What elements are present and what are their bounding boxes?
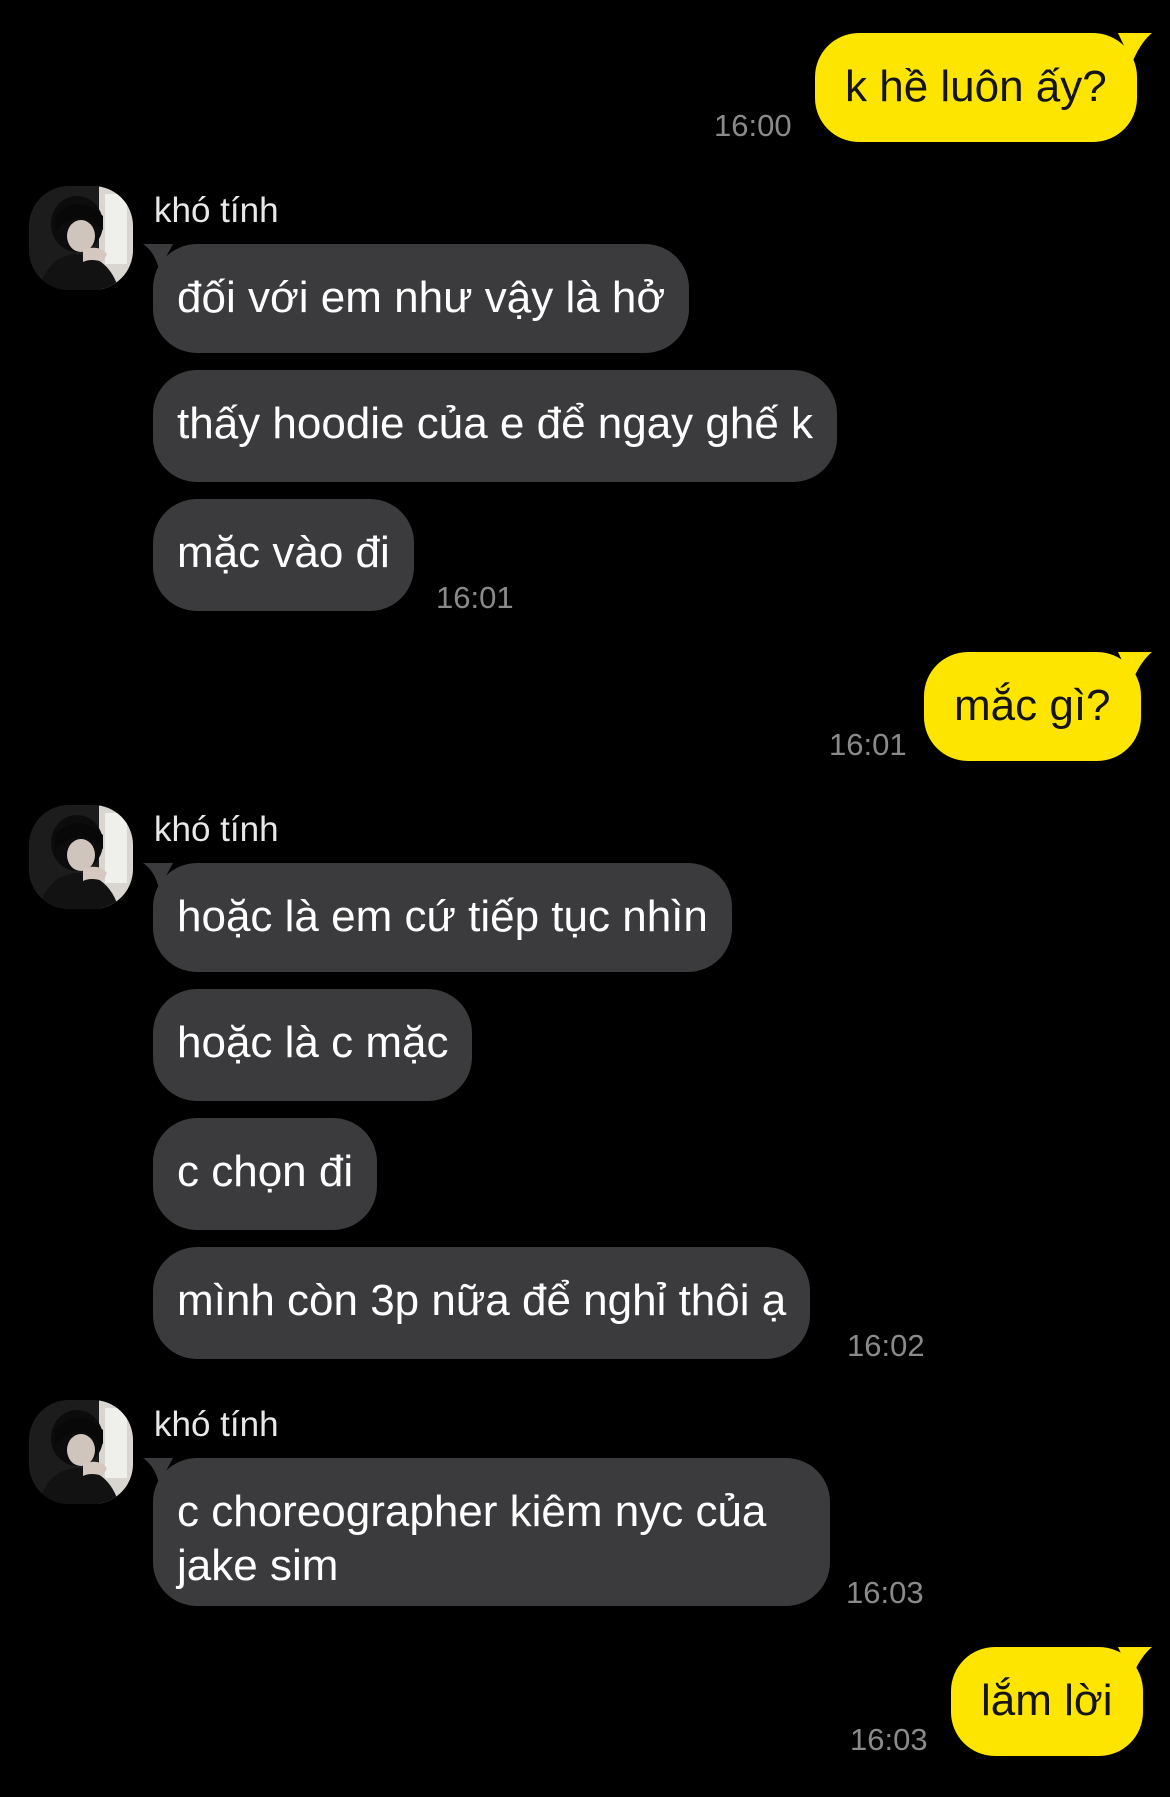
message-text: đối với em như vậy là hở	[177, 273, 666, 322]
contact-avatar[interactable]	[29, 1400, 133, 1504]
outgoing-bubble-tail	[1118, 652, 1152, 682]
message-timestamp: 16:03	[850, 1722, 928, 1757]
incoming-message-bubble[interactable]: c chọn đi	[153, 1118, 378, 1230]
incoming-message-bubble[interactable]: mình còn 3p nữa để nghỉ thôi ạ	[153, 1247, 811, 1359]
sender-name: khó tính	[154, 810, 279, 849]
incoming-message-bubble[interactable]: hoặc là em cứ tiếp tục nhìn	[153, 863, 732, 972]
profile-photo-avatar-icon	[29, 805, 133, 909]
outgoing-message-bubble[interactable]: k hề luôn ấy?	[815, 33, 1137, 142]
sender-name: khó tính	[154, 191, 279, 230]
message-timestamp: 16:01	[829, 727, 907, 762]
message-text: k hề luôn ấy?	[845, 62, 1107, 111]
sender-name: khó tính	[154, 1405, 279, 1444]
incoming-message-bubble[interactable]: mặc vào đi	[153, 499, 414, 611]
chat-message-list[interactable]: k hề luôn ấy? 16:00 khó tính đối với em …	[0, 0, 1170, 1797]
message-text: hoặc là em cứ tiếp tục nhìn	[177, 892, 708, 941]
message-text: mắc gì?	[954, 681, 1111, 730]
profile-photo-avatar-icon	[29, 1400, 133, 1504]
message-text: mặc vào đi	[177, 528, 390, 577]
message-timestamp: 16:02	[847, 1328, 925, 1363]
message-timestamp: 16:01	[436, 580, 514, 615]
profile-photo-avatar-icon	[29, 186, 133, 290]
incoming-message-bubble[interactable]: c choreographer kiêm nyc của jake sim	[153, 1458, 830, 1606]
message-text: lắm lời	[981, 1676, 1113, 1725]
message-text: thấy hoodie của e để ngay ghế k	[177, 399, 814, 448]
incoming-message-bubble[interactable]: đối với em như vậy là hở	[153, 244, 690, 353]
message-text: c chọn đi	[177, 1147, 354, 1196]
message-text: hoặc là c mặc	[177, 1018, 449, 1067]
contact-avatar[interactable]	[29, 186, 133, 290]
outgoing-message-bubble[interactable]: mắc gì?	[924, 652, 1141, 761]
contact-avatar[interactable]	[29, 805, 133, 909]
message-text: c choreographer kiêm nyc của jake sim	[177, 1487, 767, 1590]
outgoing-bubble-tail	[1118, 33, 1152, 63]
outgoing-bubble-tail	[1118, 1647, 1152, 1677]
message-text: mình còn 3p nữa để nghỉ thôi ạ	[177, 1276, 787, 1325]
incoming-message-bubble[interactable]: hoặc là c mặc	[153, 989, 473, 1101]
outgoing-message-bubble[interactable]: lắm lời	[951, 1647, 1143, 1756]
incoming-message-bubble[interactable]: thấy hoodie của e để ngay ghế k	[153, 370, 838, 482]
message-timestamp: 16:03	[846, 1575, 924, 1610]
message-timestamp: 16:00	[714, 108, 792, 143]
